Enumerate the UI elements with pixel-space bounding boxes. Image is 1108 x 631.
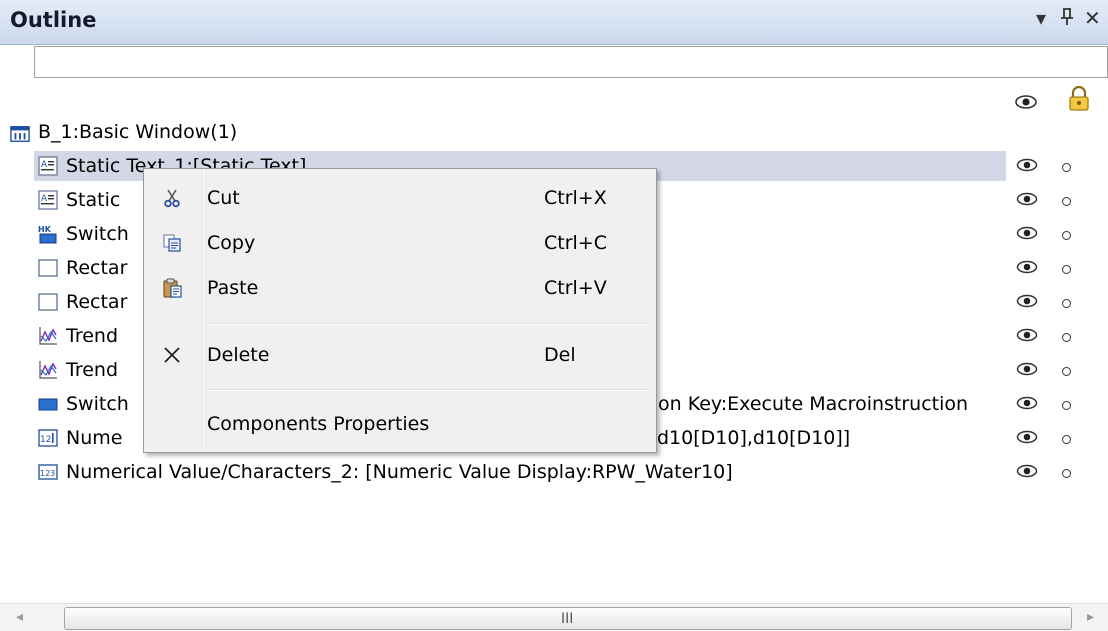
eye-icon[interactable] [1016, 430, 1038, 444]
unlocked-dot-icon[interactable] [1062, 265, 1071, 274]
horizontal-scrollbar[interactable]: ◂ III ▸ [0, 603, 1108, 631]
eye-icon[interactable] [1016, 294, 1038, 308]
unlocked-dot-icon[interactable] [1062, 231, 1071, 240]
scroll-thumb[interactable]: III [64, 607, 1072, 630]
lock-icon[interactable] [1068, 86, 1090, 112]
paste-icon [163, 278, 182, 298]
panel-titlebar: Outline ▾ ✕ [0, 0, 1108, 45]
eye-icon[interactable] [1014, 94, 1038, 110]
tree-root-label: B_1:Basic Window(1) [38, 121, 238, 143]
tree-item-label-tail: on Key:Execute Macroinstruction [658, 393, 969, 415]
svg-text:A: A [41, 194, 48, 204]
delete-x-icon [164, 347, 180, 363]
trend-icon [39, 361, 57, 379]
close-button[interactable]: ✕ [1084, 6, 1101, 30]
eye-icon[interactable] [1016, 328, 1038, 342]
eye-icon[interactable] [1016, 226, 1038, 240]
menu-item-label: Paste [207, 277, 259, 299]
tree-item-label: Switch [66, 223, 129, 245]
window-icon [10, 126, 30, 142]
rectangle-icon [38, 259, 58, 277]
eye-icon[interactable] [1016, 464, 1038, 478]
menu-item-copy[interactable]: Copy Ctrl+C [144, 223, 656, 263]
tree-root[interactable]: B_1:Basic Window(1) [0, 116, 1108, 148]
tree-item-label-tail: d10[D10],d10[D10]] [657, 427, 851, 449]
outline-search-input[interactable] [34, 46, 1108, 78]
numeric-input-icon: 12 [38, 429, 58, 447]
menu-item-label: Cut [207, 187, 240, 209]
context-menu: Cut Ctrl+X Copy Ctrl+C Paste Ctrl+V Dele… [143, 168, 657, 453]
eye-icon[interactable] [1016, 158, 1038, 172]
menu-item-label: Copy [207, 232, 256, 254]
scissors-icon [164, 189, 180, 208]
menu-item-label: Delete [207, 344, 270, 366]
unlocked-dot-icon[interactable] [1062, 401, 1071, 410]
tree-item-label: Trend [66, 359, 118, 381]
eye-icon[interactable] [1016, 396, 1038, 410]
eye-icon[interactable] [1016, 260, 1038, 274]
tree-item-label: Nume [66, 427, 123, 449]
tree-item[interactable]: 123 Numerical Value/Characters_2: [Numer… [0, 456, 1108, 488]
menu-separator [206, 389, 650, 391]
hotkey-switch-icon: HK [38, 225, 57, 244]
copy-icon [163, 234, 181, 252]
panel-title: Outline [10, 8, 97, 32]
svg-text:HK: HK [38, 225, 52, 234]
menu-item-label: Components Properties [207, 413, 430, 435]
svg-text:A: A [41, 160, 48, 170]
eye-icon[interactable] [1016, 362, 1038, 376]
tree-item-label: Static [66, 189, 121, 211]
unlocked-dot-icon[interactable] [1062, 299, 1071, 308]
scroll-left-arrow[interactable]: ◂ [16, 609, 23, 625]
unlocked-dot-icon[interactable] [1062, 333, 1071, 342]
switch-icon [38, 398, 58, 411]
unlocked-dot-icon[interactable] [1062, 163, 1071, 172]
tree-item-label: Trend [66, 325, 118, 347]
unlocked-dot-icon[interactable] [1062, 367, 1071, 376]
svg-text:12: 12 [40, 435, 51, 445]
tree-item-label: Rectar [66, 257, 128, 279]
numeric-display-icon: 123 [38, 464, 58, 480]
rectangle-icon [38, 293, 58, 311]
pin-icon[interactable] [1060, 8, 1074, 31]
unlocked-dot-icon[interactable] [1062, 435, 1071, 444]
tree-item-label: Numerical Value/Characters_2: [Numeric V… [66, 461, 733, 483]
panel-menu-button[interactable]: ▾ [1036, 6, 1046, 30]
scroll-right-arrow[interactable]: ▸ [1087, 609, 1094, 625]
menu-item-shortcut: Ctrl+C [544, 232, 607, 254]
scroll-grip: III [561, 611, 574, 627]
menu-item-delete[interactable]: Delete Del [144, 335, 656, 375]
unlocked-dot-icon[interactable] [1062, 469, 1071, 478]
menu-item-cut[interactable]: Cut Ctrl+X [144, 178, 656, 218]
menu-item-shortcut: Del [544, 344, 576, 366]
static-text-icon: A [38, 190, 58, 210]
eye-icon[interactable] [1016, 192, 1038, 206]
menu-item-components-properties[interactable]: Components Properties [144, 404, 656, 444]
menu-item-paste[interactable]: Paste Ctrl+V [144, 268, 656, 308]
menu-separator [206, 323, 650, 325]
unlocked-dot-icon[interactable] [1062, 197, 1071, 206]
menu-item-shortcut: Ctrl+X [544, 187, 607, 209]
trend-icon [39, 327, 57, 345]
menu-item-shortcut: Ctrl+V [544, 277, 607, 299]
tree-item-label: Switch [66, 393, 129, 415]
static-text-icon: A [38, 156, 58, 176]
svg-text:123: 123 [40, 469, 55, 478]
tree-item-label: Rectar [66, 291, 128, 313]
